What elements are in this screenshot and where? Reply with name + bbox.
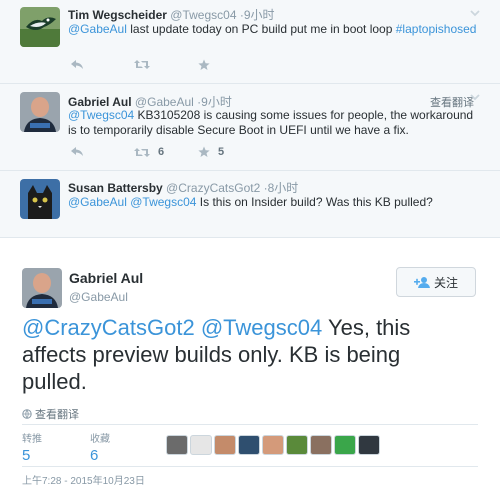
more-icon[interactable] (470, 8, 480, 18)
favorite-stat[interactable]: 收藏 6 (90, 430, 110, 464)
reply-button[interactable] (70, 59, 84, 70)
mention-link[interactable]: @Twegsc04 (130, 195, 196, 209)
reply-button[interactable] (70, 146, 84, 157)
reply-tweet-2: Gabriel Aul @GabeAul ·9小时 查看翻译 @Twegsc04… (0, 84, 500, 171)
favorite-icon (198, 59, 210, 70)
avatar-tim[interactable] (20, 7, 60, 47)
author-handle[interactable]: @GabeAul (135, 95, 194, 109)
reply-icon (71, 60, 83, 69)
follow-button[interactable]: 关注 (396, 267, 476, 297)
favoriter-avatar[interactable] (262, 435, 284, 455)
divider (22, 424, 478, 425)
avatar-gabriel[interactable] (20, 92, 60, 132)
follow-label: 关注 (433, 275, 458, 290)
hashtag-link[interactable]: #laptopishosed (396, 22, 477, 36)
retweets-count: 5 (22, 447, 31, 464)
tweet-timestamp[interactable]: 上午7:28 - 2015年10月23日 (22, 472, 145, 487)
translate-link[interactable]: 查看翻译 (22, 406, 79, 422)
mention-link[interactable]: @Twegsc04 (201, 315, 322, 340)
mention-link[interactable]: @GabeAul (68, 22, 127, 36)
favoriter-avatars (166, 435, 382, 455)
favoriter-avatar[interactable] (238, 435, 260, 455)
mention-link[interactable]: @CrazyCatsGot2 (22, 315, 195, 340)
retweets-label: 转推 (22, 434, 42, 445)
tweet-text: @CrazyCatsGot2 @Twegsc04 Yes, this affec… (22, 314, 462, 395)
favoriter-avatar[interactable] (286, 435, 308, 455)
divider (22, 466, 478, 467)
retweet-button[interactable] (134, 59, 150, 70)
favorite-count: 5 (218, 146, 225, 158)
favoriter-avatar[interactable] (334, 435, 356, 455)
translate-label: 查看翻译 (35, 409, 79, 421)
avatar-susan[interactable] (20, 179, 60, 219)
follow-icon (413, 277, 430, 288)
tweet-text: @Twegsc04 KB3105208 is causing some issu… (68, 108, 478, 138)
author-name[interactable]: Gabriel Aul (69, 270, 143, 286)
retweet-stat[interactable]: 转推 5 (22, 430, 42, 464)
tweet-header: Susan Battersby @CrazyCatsGot2 ·8小时 (68, 179, 298, 196)
favoriter-avatar[interactable] (214, 435, 236, 455)
author-name[interactable]: Susan Battersby (68, 181, 163, 195)
tweet-text: @GabeAul @Twegsc04 Is this on Insider bu… (68, 195, 478, 210)
retweet-count: 6 (158, 146, 165, 158)
author-handle[interactable]: @Twegsc04 (170, 8, 236, 22)
tweet-header: Tim Wegscheider @Twegsc04 ·9小时 (68, 6, 275, 23)
tweet-text: @GabeAul last update today on PC build p… (68, 22, 478, 37)
retweet-icon (134, 60, 150, 69)
reply-tweet-1: Tim Wegscheider @Twegsc04 ·9小时 @GabeAul … (0, 0, 500, 84)
favoriter-avatar[interactable] (310, 435, 332, 455)
favorites-label: 收藏 (90, 434, 110, 445)
retweet-icon (134, 147, 150, 157)
text-segment: last update today on PC build put me in … (126, 22, 396, 36)
mention-link[interactable]: @Twegsc04 (68, 108, 134, 122)
reply-icon (71, 147, 83, 156)
main-tweet: Gabriel Aul @GabeAul 关注 @CrazyCatsGot2 @… (0, 240, 500, 494)
author-handle[interactable]: @CrazyCatsGot2 (166, 181, 260, 195)
favoriter-avatar[interactable] (166, 435, 188, 455)
retweet-button[interactable]: 6 (134, 146, 164, 158)
author-name[interactable]: Gabriel Aul (68, 95, 132, 109)
tweet-time[interactable]: 9小时 (244, 8, 275, 22)
tweet-time[interactable]: 9小时 (201, 95, 232, 109)
globe-icon (22, 409, 32, 419)
more-icon[interactable] (470, 92, 480, 102)
favorite-button[interactable] (198, 59, 210, 71)
favorite-button[interactable]: 5 (198, 146, 224, 158)
favorites-count: 6 (90, 447, 99, 464)
favorite-icon (198, 146, 210, 157)
favoriter-avatar[interactable] (190, 435, 212, 455)
reply-tweet-3: Susan Battersby @CrazyCatsGot2 ·8小时 @Gab… (0, 171, 500, 238)
tweet-time[interactable]: 8小时 (268, 181, 299, 195)
favoriter-avatar[interactable] (358, 435, 380, 455)
avatar-gabriel[interactable] (22, 268, 62, 308)
text-segment: Is this on Insider build? Was this KB pu… (196, 195, 433, 209)
author-handle[interactable]: @GabeAul (69, 290, 128, 304)
author-name[interactable]: Tim Wegscheider (68, 8, 167, 22)
mention-link[interactable]: @GabeAul (68, 195, 127, 209)
